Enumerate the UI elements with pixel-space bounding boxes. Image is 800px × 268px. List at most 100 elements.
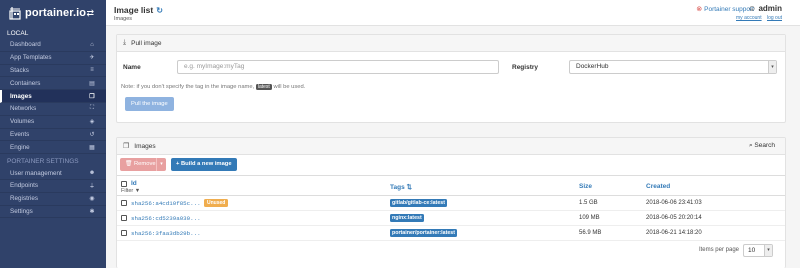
- dashboard-icon: ⌂: [90, 41, 94, 48]
- filter-label: Filter: [121, 188, 134, 194]
- registry-label: Registry: [512, 64, 539, 71]
- sidebar-item-label: Settings: [10, 207, 33, 215]
- database-icon: ◉: [89, 196, 95, 203]
- sidebar-item-networks[interactable]: Networks ⛶: [0, 103, 106, 116]
- items-per-page-select[interactable]: 10 ▾: [743, 244, 773, 257]
- sidebar-item-label: Events: [10, 130, 30, 138]
- pull-image-button[interactable]: Pull the image: [125, 97, 174, 111]
- rocket-icon: ✈: [89, 55, 95, 62]
- sidebar-item-settings[interactable]: Settings ✱: [0, 206, 106, 219]
- download-icon: ⤓: [123, 39, 127, 46]
- select-all-checkbox[interactable]: [121, 181, 127, 187]
- image-id-link[interactable]: sha256:3faa3db29b...: [131, 230, 201, 237]
- col-size[interactable]: Size: [579, 183, 592, 190]
- sidebar-item-endpoints[interactable]: Endpoints ⏚: [0, 180, 106, 193]
- filter-control[interactable]: Filter ▼: [121, 188, 140, 194]
- sidebar-item-registries[interactable]: Registries ◉: [0, 193, 106, 206]
- my-account-link[interactable]: my account: [736, 15, 762, 21]
- support-link[interactable]: ⊗ Portainer support: [696, 5, 754, 13]
- th-icon: ▦: [89, 144, 95, 151]
- sidebar-item-user-management[interactable]: User management ☻: [0, 167, 106, 180]
- image-id-link[interactable]: sha256:a4cd10f85c...: [131, 200, 201, 207]
- tag-note: Note: if you don't specify the tag in th…: [121, 84, 305, 90]
- sidebar-item-label: Images: [10, 92, 32, 100]
- col-tags[interactable]: Tags ⇅: [390, 183, 412, 191]
- sitemap-icon: ⛶: [89, 105, 95, 112]
- sidebar-item-label: Networks: [10, 105, 37, 113]
- search-box[interactable]: ⌕ Search: [749, 142, 775, 150]
- sidebar-item-app-templates[interactable]: App Templates ✈: [0, 52, 106, 65]
- table-row[interactable]: sha256:cd5239a030... nginx:latest 109 MB 20…: [117, 211, 785, 226]
- portainer-logo-icon: [9, 7, 21, 20]
- breadcrumb: Images: [114, 16, 133, 22]
- col-tags-label: Tags: [390, 184, 405, 191]
- sidebar-item-label: Endpoints: [10, 182, 39, 190]
- section-settings: PORTAINER SETTINGS: [7, 158, 79, 166]
- image-created: 2018-06-06 23:41:03: [646, 200, 702, 206]
- images-toolbar: 🗑 Remove ▾ + Build a new image: [117, 155, 785, 175]
- images-title: Images: [134, 142, 156, 150]
- username: admin: [758, 4, 782, 13]
- build-image-button[interactable]: + Build a new image: [171, 158, 237, 171]
- page-title-text: Image list: [114, 5, 154, 15]
- sidebar-item-label: User management: [10, 169, 62, 177]
- image-size: 56.9 MB: [579, 230, 602, 236]
- table-header: Id Filter ▼ Tags ⇅ Size Created: [117, 176, 785, 196]
- images-header: ❐ Images ⌕ Search: [117, 138, 785, 155]
- pull-image-widget: ⤓ Pull image Name e.g. myImage:myTag Reg…: [116, 34, 786, 123]
- unused-badge: Unused: [204, 199, 229, 207]
- row-checkbox[interactable]: [121, 230, 127, 236]
- brand-name: portainer.io: [25, 7, 87, 19]
- table-row[interactable]: sha256:a4cd10f85c... Unused gitlab/gitlab-…: [117, 196, 785, 211]
- remove-button[interactable]: 🗑 Remove ▾: [120, 158, 166, 171]
- list-icon: ≡: [90, 67, 94, 74]
- plug-icon: ⏚: [88, 184, 95, 191]
- sidebar-item-label: Registries: [10, 195, 38, 203]
- chevron-down-icon: ▾: [764, 245, 772, 256]
- image-created: 2018-06-21 14:18:20: [646, 230, 702, 236]
- sidebar-item-stacks[interactable]: Stacks ≡: [0, 65, 106, 78]
- name-label: Name: [123, 64, 141, 71]
- sidebar-item-dashboard[interactable]: Dashboard ⌂: [0, 39, 106, 52]
- chevron-down-icon[interactable]: ▾: [156, 158, 166, 171]
- sidebar-item-containers[interactable]: Containers ▤: [0, 77, 106, 91]
- log-out-link[interactable]: log out: [767, 15, 782, 21]
- sidebar-item-images[interactable]: Images ❐: [0, 90, 106, 103]
- trash-icon: 🗑: [125, 161, 133, 167]
- clone-icon: ❐: [89, 93, 95, 100]
- registry-select[interactable]: DockerHub ▾: [569, 60, 777, 74]
- image-tag: portainer/portainer:latest: [390, 229, 457, 237]
- filter-icon: ▼: [134, 188, 141, 194]
- cogs-icon: ✱: [89, 208, 95, 215]
- col-id[interactable]: Id: [131, 180, 137, 187]
- refresh-icon[interactable]: ↻: [156, 6, 163, 15]
- sidebar-item-label: Volumes: [10, 118, 35, 126]
- row-checkbox[interactable]: [121, 215, 127, 221]
- support-label: Portainer support: [704, 6, 754, 13]
- image-created: 2018-06-05 20:20:14: [646, 215, 702, 221]
- sidebar-item-engine[interactable]: Engine ▦: [0, 141, 106, 155]
- images-table: Id Filter ▼ Tags ⇅ Size Created sha256:a…: [117, 175, 785, 261]
- sidebar-item-volumes[interactable]: Volumes ◈: [0, 116, 106, 129]
- registry-value: DockerHub: [576, 63, 609, 70]
- pull-image-title: Pull image: [131, 39, 162, 47]
- pull-image-header: ⤓ Pull image: [117, 35, 785, 52]
- exchange-icon[interactable]: ⇄: [86, 8, 94, 19]
- row-checkbox[interactable]: [121, 200, 127, 206]
- table-footer: Items per page 10 ▾: [117, 241, 785, 261]
- sidebar-item-label: Dashboard: [10, 41, 41, 49]
- chevron-down-icon: ▾: [768, 61, 776, 73]
- sidebar: portainer.io ⇄ LOCAL Dashboard ⌂ App Templ…: [0, 0, 106, 268]
- col-created[interactable]: Created: [646, 183, 670, 190]
- image-name-input[interactable]: e.g. myImage:myTag: [177, 60, 499, 74]
- server-icon: ▤: [89, 80, 95, 87]
- items-per-page-label: Items per page: [698, 247, 739, 253]
- clone-icon: ❐: [123, 143, 130, 150]
- table-row[interactable]: sha256:3faa3db29b... portainer/portainer:…: [117, 226, 785, 241]
- sidebar-item-label: App Templates: [10, 54, 52, 62]
- brand[interactable]: portainer.io ⇄: [0, 0, 106, 26]
- user-icon: ☺: [748, 4, 757, 13]
- images-widget: ❐ Images ⌕ Search 🗑 Remove ▾ + Build a n…: [116, 137, 786, 268]
- image-id-link[interactable]: sha256:cd5239a030...: [131, 215, 201, 222]
- sidebar-item-events[interactable]: Events ↺: [0, 129, 106, 142]
